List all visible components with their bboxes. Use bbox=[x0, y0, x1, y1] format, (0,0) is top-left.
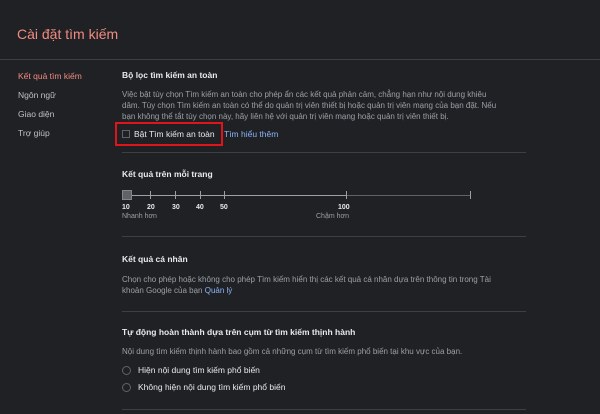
private-results-description: Chọn cho phép hoặc không cho phép Tìm ki… bbox=[122, 274, 524, 296]
slider-tick bbox=[346, 191, 347, 199]
sidebar: Kết quả tìm kiếm Ngôn ngữ Giao diện Trợ … bbox=[18, 70, 108, 146]
private-results-description-line: khoản Google của bạn Quản lý bbox=[122, 285, 524, 296]
safesearch-checkbox-label[interactable]: Bật Tìm kiếm an toàn bbox=[134, 129, 215, 139]
safesearch-description: Việc bật tùy chọn Tìm kiếm an toàn cho p… bbox=[122, 89, 524, 122]
divider bbox=[122, 236, 526, 237]
slider-tick-label: 50 bbox=[220, 204, 228, 211]
slider-tick bbox=[470, 191, 471, 199]
safesearch-title: Bộ lọc tìm kiếm an toàn bbox=[122, 70, 218, 80]
slider-tick-label: 30 bbox=[172, 204, 180, 211]
safesearch-description-line: Việc bật tùy chọn Tìm kiếm an toàn cho p… bbox=[122, 90, 487, 99]
sidebar-item-appearance[interactable]: Giao diện bbox=[18, 108, 108, 127]
sidebar-item-search-results[interactable]: Kết quả tìm kiếm bbox=[18, 70, 108, 89]
safesearch-checkbox[interactable] bbox=[122, 130, 130, 138]
autocomplete-description: Nội dung tìm kiếm thịnh hành bao gồm cả … bbox=[122, 347, 463, 356]
private-results-title: Kết quả cá nhân bbox=[122, 254, 188, 264]
learn-more-link[interactable]: Tìm hiểu thêm bbox=[224, 129, 278, 139]
private-results-description-text: khoản Google của bạn bbox=[122, 286, 205, 295]
slider-thumb[interactable] bbox=[122, 190, 132, 200]
safesearch-description-line: dâm. Tùy chọn Tìm kiếm an toàn có thể do… bbox=[122, 101, 497, 110]
slider-tick bbox=[224, 191, 225, 199]
radio-label[interactable]: Hiện nội dung tìm kiếm phổ biến bbox=[138, 365, 260, 375]
safesearch-description-line: bạn không thể tắt tùy chọn này, hãy liên… bbox=[122, 112, 449, 121]
slider-tick bbox=[150, 191, 151, 199]
manage-link[interactable]: Quản lý bbox=[205, 286, 233, 295]
settings-main: Bộ lọc tìm kiếm an toàn Việc bật tùy chọ… bbox=[115, 0, 526, 414]
slider-track-remainder bbox=[346, 195, 470, 196]
slider-tick bbox=[175, 191, 176, 199]
slider-tick bbox=[200, 191, 201, 199]
divider bbox=[122, 311, 526, 312]
results-per-page-title: Kết quả trên mỗi trang bbox=[122, 169, 213, 179]
slider-tick-label: 20 bbox=[147, 204, 155, 211]
slider-tick-label: 40 bbox=[196, 204, 204, 211]
radio-button[interactable] bbox=[122, 366, 131, 375]
slider-track bbox=[124, 195, 346, 196]
divider bbox=[122, 409, 526, 410]
divider bbox=[122, 152, 526, 153]
sidebar-item-languages[interactable]: Ngôn ngữ bbox=[18, 89, 108, 108]
private-results-description-line: Chọn cho phép hoặc không cho phép Tìm ki… bbox=[122, 275, 491, 284]
radio-label[interactable]: Không hiện nội dung tìm kiếm phổ biến bbox=[138, 382, 285, 392]
slider-faster-label: Nhanh hơn bbox=[122, 213, 157, 220]
sidebar-item-help[interactable]: Trợ giúp bbox=[18, 127, 108, 146]
slider-tick-label: 100 bbox=[338, 204, 350, 211]
page-title: Cài đặt tìm kiếm bbox=[17, 26, 119, 42]
autocomplete-title: Tự động hoàn thành dựa trên cụm từ tìm k… bbox=[122, 327, 356, 337]
slider-slower-label: Chậm hơn bbox=[316, 213, 349, 220]
radio-button[interactable] bbox=[122, 383, 131, 392]
slider-tick-label: 10 bbox=[122, 204, 130, 211]
